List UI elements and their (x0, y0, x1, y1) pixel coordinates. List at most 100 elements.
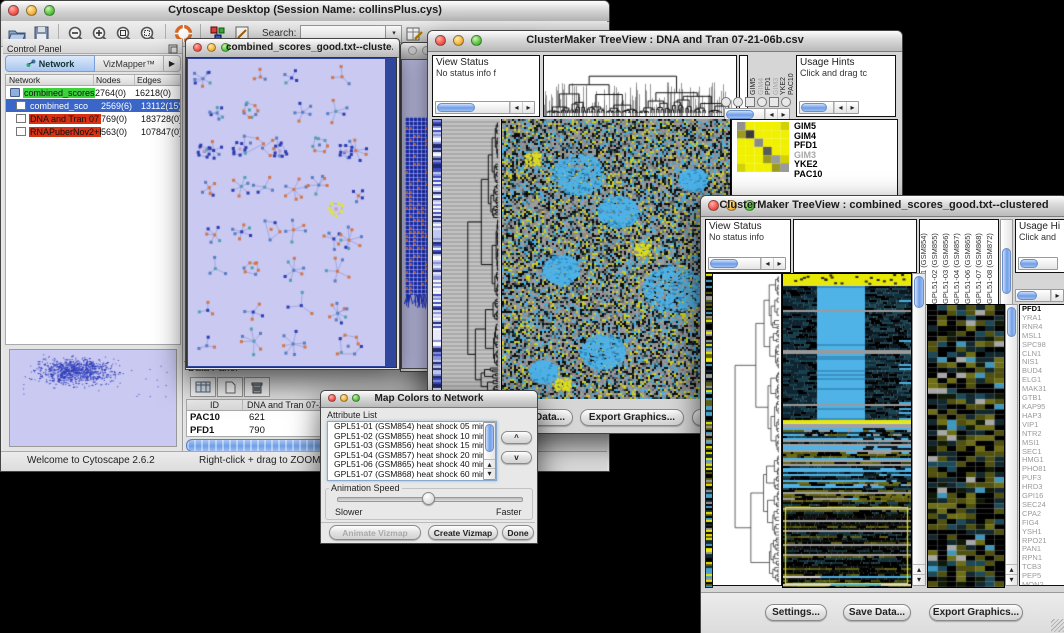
attribute-item[interactable]: GPL51-04 (GSM857) heat shock 20 min (331, 451, 496, 461)
gene-label[interactable]: NIS1 (1020, 358, 1064, 367)
attribute-item[interactable]: GPL51-01 (GSM854) heat shock 05 min (331, 422, 496, 432)
attribute-item[interactable]: GPL51-02 (GSM855) heat shock 10 min (331, 432, 496, 442)
treeview2-genelist-hscrollbar[interactable] (1015, 289, 1064, 302)
gene-label[interactable]: GPI16 (1020, 492, 1064, 501)
tree-tool-icon[interactable] (769, 97, 779, 107)
gene-label[interactable]: PAN1 (1020, 545, 1064, 554)
gene-label[interactable]: YRA1 (1020, 314, 1064, 323)
gene-label[interactable]: RNR4 (1020, 323, 1064, 332)
gene-label[interactable]: CLN1 (1020, 350, 1064, 359)
gene-label[interactable]: HRD3 (1020, 483, 1064, 492)
view-status-hscrollbar[interactable] (435, 101, 535, 114)
scroll-down-arrow[interactable] (484, 468, 495, 479)
tab-network[interactable]: Network (5, 55, 95, 72)
scroll-right-arrow[interactable] (1051, 290, 1063, 301)
gene-label[interactable]: FIG4 (1020, 519, 1064, 528)
gene-label[interactable]: RPO21 (1020, 537, 1064, 546)
scrollbar-thumb[interactable] (1002, 248, 1011, 294)
scroll-left-arrow[interactable] (761, 258, 773, 269)
tree-tool-icon[interactable] (781, 97, 791, 107)
gene-label[interactable]: BUD4 (1020, 367, 1064, 376)
network-list-item[interactable]: RNAPuberNov2+I 563(0) 107847(0) (6, 125, 180, 138)
gene-label[interactable]: HMG1 (1020, 456, 1064, 465)
dialog-titlebar[interactable]: Map Colors to Network (321, 391, 537, 408)
gene-label[interactable]: CPA2 (1020, 510, 1064, 519)
scrollbar-thumb[interactable] (726, 110, 754, 119)
treeview2-row-dendrogram[interactable] (712, 273, 782, 586)
treeview1-row-dendrogram[interactable] (442, 119, 500, 399)
minimize-button[interactable] (207, 43, 216, 52)
gene-label[interactable]: HAP3 (1020, 412, 1064, 421)
scroll-down-arrow[interactable] (1006, 574, 1017, 585)
close-button[interactable] (408, 46, 417, 55)
treeview2-labels-vscrollbar[interactable] (1000, 219, 1013, 305)
scrollbar-thumb[interactable] (801, 103, 827, 112)
scrollbar-thumb[interactable] (914, 276, 924, 308)
close-button[interactable] (193, 43, 202, 52)
treeview2-detail-vscrollbar[interactable] (1005, 304, 1018, 586)
gene-label[interactable]: MON2 (1020, 581, 1064, 586)
attribute-item[interactable]: GPL51-06 (GSM865) heat shock 40 min (331, 460, 496, 470)
gene-label[interactable]: GTB1 (1020, 394, 1064, 403)
column-header-edges[interactable]: Edges (135, 75, 180, 85)
tab-vizmapper[interactable]: VizMapper™ (95, 55, 164, 72)
treeview2-global-heatmap[interactable] (782, 273, 912, 588)
animate-vizmap-button[interactable]: Animate Vizmap (329, 525, 421, 540)
tree-tool-icon[interactable] (757, 97, 767, 107)
done-button[interactable]: Done (502, 525, 534, 540)
gene-label[interactable]: PAC10 (794, 170, 894, 180)
scroll-left-arrow[interactable] (510, 102, 522, 113)
gene-label[interactable]: MSI1 (1020, 439, 1064, 448)
treeview1-correlation-matrix[interactable] (737, 122, 789, 172)
resize-grip[interactable] (1051, 619, 1064, 632)
column-header-nodes[interactable]: Nodes (94, 75, 135, 85)
network-overview-thumbnail[interactable] (9, 349, 177, 447)
gene-label[interactable]: PFD1 (1020, 305, 1064, 314)
slider-thumb[interactable] (422, 492, 435, 505)
scroll-left-arrow[interactable] (834, 102, 846, 113)
attribute-editor-icon[interactable] (404, 24, 424, 44)
attribute-item[interactable]: GPL51-07 (GSM868) heat shock 60 min (331, 470, 496, 480)
delete-attribute-icon[interactable] (244, 377, 270, 397)
scrollbar-thumb[interactable] (1007, 307, 1016, 337)
gene-label[interactable]: PEP5 (1020, 572, 1064, 581)
network1-titlebar[interactable]: combined_scores_good.txt--cluste... (186, 39, 399, 58)
gene-label[interactable]: ELG1 (1020, 376, 1064, 385)
gene-label[interactable]: NTR2 (1020, 430, 1064, 439)
treeview2-button[interactable]: Export Graphics... (929, 604, 1023, 621)
view-status-hscrollbar[interactable] (708, 257, 786, 270)
usage-hints-hscrollbar[interactable] (799, 101, 859, 114)
scrollbar-thumb[interactable] (1020, 259, 1038, 268)
gene-label[interactable]: TCB3 (1020, 563, 1064, 572)
gene-label[interactable]: PHO81 (1020, 465, 1064, 474)
treeview1-heatmap[interactable] (501, 119, 731, 399)
gene-label[interactable]: SPC98 (1020, 341, 1064, 350)
new-attribute-icon[interactable] (217, 377, 243, 397)
move-up-button[interactable]: ^ (501, 431, 532, 444)
scroll-down-arrow[interactable] (913, 574, 925, 585)
treeview1-column-dendrogram[interactable] (543, 55, 737, 117)
attribute-item[interactable]: GPL51-03 (GSM856) heat shock 15 min (331, 441, 496, 451)
usage-hints-hscrollbar[interactable] (1018, 257, 1058, 270)
gene-label[interactable]: SEC24 (1020, 501, 1064, 510)
treeview1-titlebar[interactable]: ClusterMaker TreeView : DNA and Tran 07-… (428, 31, 902, 52)
gene-label[interactable]: YSH1 (1020, 528, 1064, 537)
scroll-right-arrow[interactable] (846, 102, 858, 113)
attribute-list-vscrollbar[interactable] (483, 422, 496, 480)
data-column-id[interactable]: ID (187, 400, 243, 410)
gene-label[interactable]: RPN1 (1020, 554, 1064, 563)
scrollbar-thumb[interactable] (485, 424, 494, 452)
main-titlebar[interactable]: Cytoscape Desktop (Session Name: collins… (1, 1, 609, 22)
scrollbar-thumb[interactable] (1017, 291, 1037, 300)
network-list-item[interactable]: combined_sco 2569(6) 13112(15) (6, 99, 180, 112)
treeview2-button[interactable]: Save Data... (843, 604, 911, 621)
gene-label[interactable]: VIP1 (1020, 421, 1064, 430)
tab-overflow-arrow[interactable]: ▶ (164, 55, 181, 72)
column-header-network[interactable]: Network (6, 75, 94, 85)
treeview2-global-vscrollbar[interactable] (912, 273, 926, 586)
treeview1-button[interactable]: Export Graphics... (580, 409, 684, 426)
gene-label[interactable]: PUF3 (1020, 474, 1064, 483)
attribute-select-icon[interactable] (190, 377, 216, 397)
tree-tool-icon[interactable] (745, 97, 755, 107)
create-vizmap-button[interactable]: Create Vizmap (428, 525, 498, 540)
